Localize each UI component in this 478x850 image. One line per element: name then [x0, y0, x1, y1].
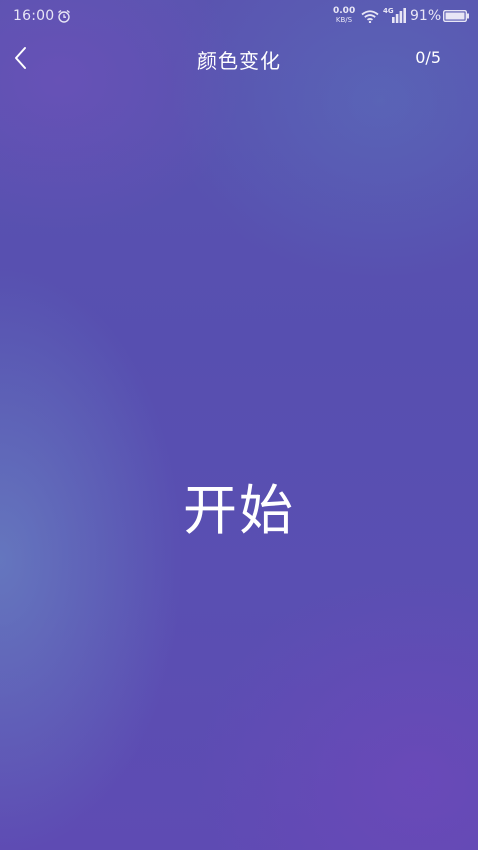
header: 颜色变化 0/5 [0, 34, 478, 82]
wifi-icon [361, 10, 379, 23]
page-title: 颜色变化 [197, 49, 281, 73]
battery-icon [443, 10, 469, 22]
signal-icon [392, 8, 406, 23]
network-speed-unit: KB/S [335, 16, 353, 24]
status-time: 16:00 [13, 8, 55, 24]
network-speed-value: 0.00 [333, 6, 356, 16]
progress-counter: 0/5 [415, 48, 441, 67]
screen: 16:00 0.00 KB/S 4G 91% 颜色变化 0/5 开始 [0, 0, 478, 850]
status-bar: 16:00 0.00 KB/S 4G 91% [0, 0, 478, 34]
alarm-icon [58, 9, 70, 23]
start-button[interactable]: 开始 [139, 470, 339, 542]
network-speed: 0.00 KB/S [333, 7, 355, 25]
battery-percent: 91% [410, 8, 442, 24]
